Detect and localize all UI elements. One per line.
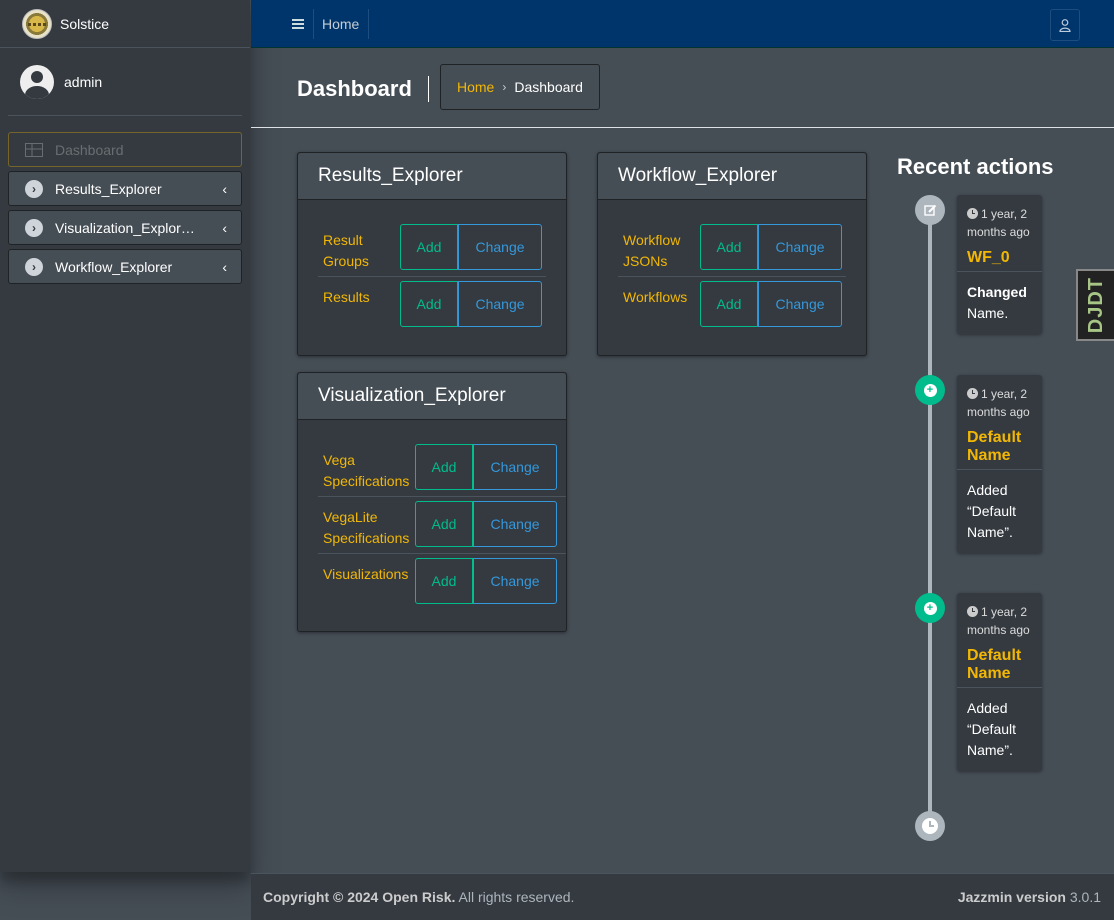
model-row: VegaLite Specifications Add Change <box>318 497 566 554</box>
add-button[interactable]: Add <box>415 444 473 490</box>
chevron-circle-right-icon: › <box>25 218 43 237</box>
model-row: Vega Specifications Add Change <box>318 440 566 497</box>
model-row: Result Groups Add Change <box>318 220 546 277</box>
model-link[interactable]: VegaLite Specifications <box>318 501 410 549</box>
action-object-link[interactable]: Default Name <box>957 639 1042 688</box>
breadcrumb-separator: › <box>502 80 507 94</box>
page-title: Dashboard <box>297 76 429 102</box>
change-button[interactable]: Change <box>758 281 842 327</box>
change-button[interactable]: Change <box>458 281 542 327</box>
model-row: Results Add Change <box>318 277 546 331</box>
action-object-link[interactable]: Default Name <box>957 421 1042 470</box>
sidebar-item-visualization-explorer[interactable]: › Visualization_Explor… ‹ <box>8 210 242 245</box>
model-row: Visualizations Add Change <box>318 554 566 608</box>
change-button[interactable]: Change <box>473 444 557 490</box>
recent-action-item: 1 year, 2 months ago WF_0 Changed Name. <box>957 195 1042 334</box>
version-number: 3.0.1 <box>1065 889 1101 905</box>
menu-toggle-button[interactable] <box>282 9 314 39</box>
timeline-line <box>928 205 932 825</box>
copyright-rest: All rights reserved. <box>455 889 575 905</box>
action-detail: Name. <box>967 305 1009 321</box>
user-icon <box>1059 18 1071 32</box>
model-row: Workflow JSONs Add Change <box>618 220 846 277</box>
app-card-visualization-explorer: Visualization_Explorer Vega Specificatio… <box>297 372 567 632</box>
recent-action-item: 1 year, 2 months ago Default Name Added … <box>957 375 1042 553</box>
model-link[interactable]: Results <box>318 281 396 327</box>
chevron-left-icon: ‹ <box>222 259 227 275</box>
app-card-title[interactable]: Visualization_Explorer <box>298 373 566 420</box>
action-description: Added “Default Name”. <box>967 482 1017 540</box>
debug-toolbar-label: DJDT <box>1084 276 1107 334</box>
change-button[interactable]: Change <box>473 501 557 547</box>
action-verb: Changed <box>967 284 1027 300</box>
debug-toolbar-handle[interactable]: DJDT <box>1076 269 1114 341</box>
clock-icon <box>967 208 978 219</box>
breadcrumb-current: Dashboard <box>514 79 583 95</box>
hamburger-icon <box>291 19 304 29</box>
breadcrumb: Home › Dashboard <box>440 64 600 110</box>
change-button[interactable]: Change <box>758 224 842 270</box>
add-button[interactable]: Add <box>400 281 458 327</box>
brand-name: Solstice <box>60 15 110 32</box>
model-link[interactable]: Workflow JSONs <box>618 224 696 272</box>
brand-logo <box>22 8 52 39</box>
content-header: Dashboard Home › Dashboard <box>251 48 1114 128</box>
copyright-owner[interactable]: Copyright © 2024 Open Risk. <box>263 889 455 905</box>
add-button[interactable]: Add <box>700 281 758 327</box>
recent-actions-title: Recent actions <box>897 154 1054 179</box>
action-description: Added “Default Name”. <box>967 700 1017 758</box>
breadcrumb-home-link[interactable]: Home <box>457 79 494 95</box>
action-description: Changed Name. <box>957 272 1042 334</box>
chevron-left-icon: ‹ <box>222 181 227 197</box>
sidebar-item-label: Visualization_Explor… <box>55 219 195 236</box>
sidebar-nav: Dashboard › Results_Explorer ‹ › Visuali… <box>0 116 250 284</box>
app-card-workflow-explorer: Workflow_Explorer Workflow JSONs Add Cha… <box>597 152 867 356</box>
user-menu-button[interactable] <box>1050 9 1080 41</box>
sidebar-item-label: Workflow_Explorer <box>55 258 173 275</box>
sidebar-item-label: Results_Explorer <box>55 180 162 197</box>
app-card-title[interactable]: Workflow_Explorer <box>598 153 866 200</box>
sidebar-item-label: Dashboard <box>55 141 124 158</box>
edit-icon <box>915 195 945 225</box>
model-link[interactable]: Workflows <box>618 281 696 327</box>
sidebar-item-workflow-explorer[interactable]: › Workflow_Explorer ‹ <box>8 249 242 284</box>
recent-action-item: 1 year, 2 months ago Default Name Added … <box>957 593 1042 771</box>
sidebar-item-dashboard[interactable]: Dashboard <box>8 132 242 167</box>
chevron-circle-right-icon: › <box>25 179 43 198</box>
clock-end-icon <box>915 811 945 841</box>
top-home-link[interactable]: Home <box>313 9 370 39</box>
chevron-left-icon: ‹ <box>222 220 227 236</box>
plus-circle-icon: + <box>915 593 945 623</box>
sidebar: Solstice admin Dashboard › Results_Explo… <box>0 0 250 872</box>
plus-circle-icon: + <box>915 375 945 405</box>
top-navbar: Home <box>251 0 1114 48</box>
change-button[interactable]: Change <box>473 558 557 604</box>
footer: Copyright © 2024 Open Risk. All rights r… <box>251 873 1114 920</box>
clock-icon <box>967 606 978 617</box>
add-button[interactable]: Add <box>700 224 758 270</box>
add-button[interactable]: Add <box>415 558 473 604</box>
user-name: admin <box>64 73 103 90</box>
model-link[interactable]: Vega Specifications <box>318 444 410 492</box>
brand-link[interactable]: Solstice <box>0 0 250 48</box>
add-button[interactable]: Add <box>415 501 473 547</box>
change-button[interactable]: Change <box>458 224 542 270</box>
avatar <box>20 64 54 99</box>
model-row: Workflows Add Change <box>618 277 846 331</box>
footer-version: Jazzmin version 3.0.1 <box>958 889 1101 905</box>
dashboard-icon <box>25 141 43 159</box>
footer-copyright: Copyright © 2024 Open Risk. All rights r… <box>263 889 574 905</box>
add-button[interactable]: Add <box>400 224 458 270</box>
version-label: Jazzmin version <box>957 889 1066 905</box>
clock-icon <box>967 388 978 399</box>
action-object-link[interactable]: WF_0 <box>957 241 1042 272</box>
app-card-title[interactable]: Results_Explorer <box>298 153 566 200</box>
app-card-results-explorer: Results_Explorer Result Groups Add Chang… <box>297 152 567 356</box>
model-link[interactable]: Result Groups <box>318 224 396 272</box>
user-panel[interactable]: admin <box>8 48 242 116</box>
chevron-circle-right-icon: › <box>25 257 43 276</box>
sidebar-item-results-explorer[interactable]: › Results_Explorer ‹ <box>8 171 242 206</box>
model-link[interactable]: Visualizations <box>318 558 410 604</box>
